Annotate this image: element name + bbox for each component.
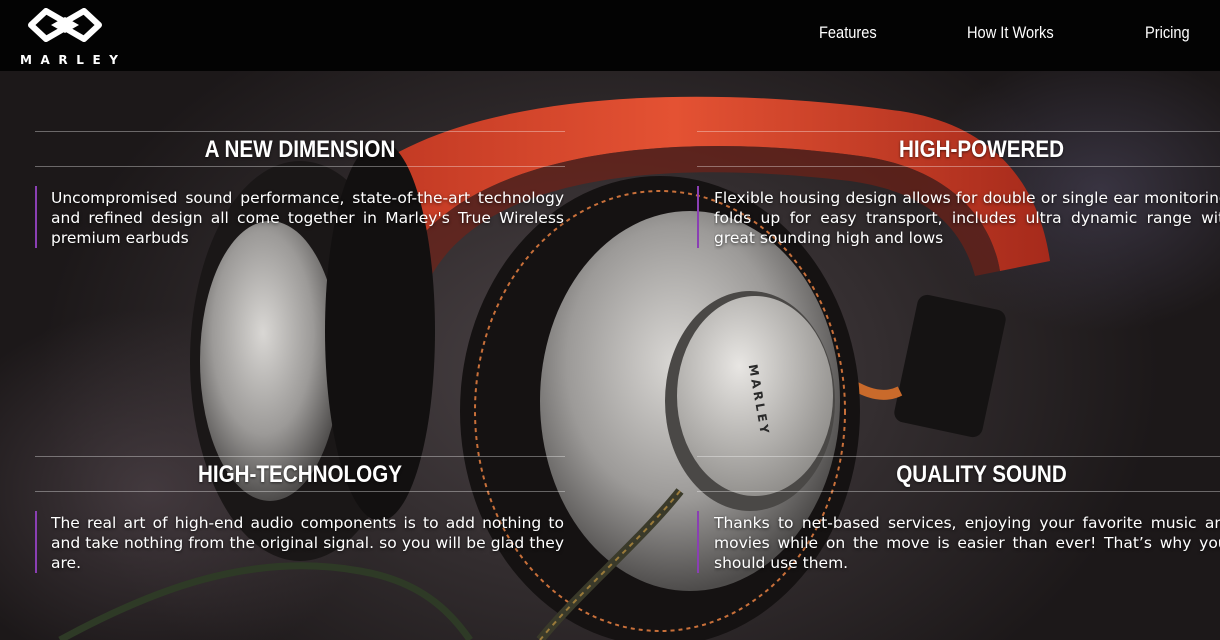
feature-accent-bar bbox=[697, 511, 699, 573]
nav-how-it-works[interactable]: How It Works bbox=[967, 23, 1054, 43]
feature-title: HIGH-TECHNOLOGY bbox=[197, 461, 403, 488]
feature-accent-bar bbox=[35, 186, 37, 248]
feature-accent-bar bbox=[35, 511, 37, 573]
logo-wordmark: MARLEY bbox=[20, 53, 127, 67]
feature-divider bbox=[35, 491, 565, 492]
feature-text: Uncompromised sound performance, state-o… bbox=[51, 189, 564, 247]
site-header: MARLEY Features How It Works Pricing bbox=[0, 0, 1220, 71]
feature-text: The real art of high-end audio component… bbox=[51, 514, 564, 572]
feature-divider bbox=[697, 166, 1220, 167]
feature-quality-sound: QUALITY SOUND Thanks to net-based servic… bbox=[697, 455, 1220, 575]
feature-divider bbox=[35, 456, 565, 457]
feature-divider bbox=[697, 131, 1220, 132]
feature-text: Flexible housing design allows for doubl… bbox=[714, 189, 1220, 247]
feature-new-dimension: A NEW DIMENSION Uncompromised sound perf… bbox=[35, 130, 565, 250]
feature-text: Thanks to net-based services, enjoying y… bbox=[714, 514, 1220, 572]
feature-accent-bar bbox=[697, 186, 699, 248]
marley-logo[interactable]: MARLEY bbox=[20, 8, 127, 67]
feature-divider bbox=[697, 456, 1220, 457]
feature-title: QUALITY SOUND bbox=[896, 461, 1067, 488]
feature-divider bbox=[35, 131, 565, 132]
feature-high-technology: HIGH-TECHNOLOGY The real art of high-end… bbox=[35, 455, 565, 575]
feature-divider bbox=[697, 491, 1220, 492]
feature-high-powered: HIGH-POWERED Flexible housing design all… bbox=[697, 130, 1220, 250]
nav-pricing[interactable]: Pricing bbox=[1145, 23, 1190, 43]
nav-features[interactable]: Features bbox=[819, 23, 877, 43]
feature-divider bbox=[35, 166, 565, 167]
feature-title: A NEW DIMENSION bbox=[204, 136, 396, 163]
marley-logo-icon bbox=[28, 8, 102, 42]
feature-title: HIGH-POWERED bbox=[898, 136, 1065, 163]
